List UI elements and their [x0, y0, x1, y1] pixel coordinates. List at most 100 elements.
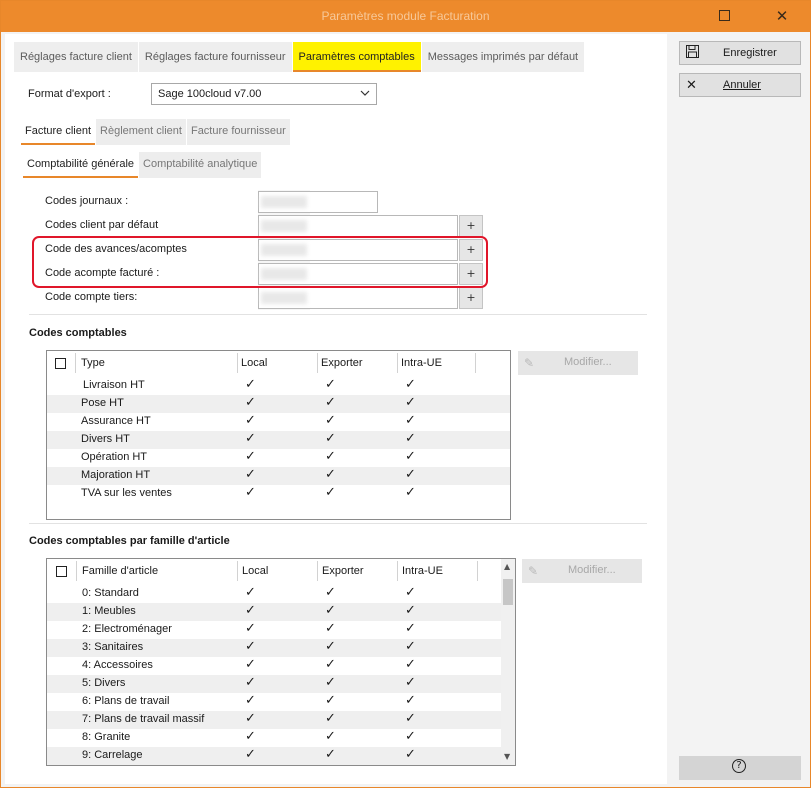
table-row[interactable]: Divers HT ✓ ✓ ✓	[47, 431, 510, 449]
table-row[interactable]: Livraison HT ✓ ✓ ✓	[47, 377, 510, 395]
pencil-icon: ✎	[524, 356, 535, 370]
table-row[interactable]: Majoration HT ✓ ✓ ✓	[47, 467, 510, 485]
tab-reglages-facture-fournisseur[interactable]: Réglages facture fournisseur	[138, 42, 292, 72]
local-check-icon: ✓	[245, 747, 256, 762]
close-icon: ✕	[686, 77, 697, 92]
maximize-button[interactable]	[713, 6, 735, 26]
famille-modify-button[interactable]: ✎ Modifier...	[522, 559, 642, 583]
table-row[interactable]: 1: Meubles ✓ ✓ ✓	[47, 603, 515, 621]
tab-facture-client[interactable]: Facture client	[21, 119, 96, 145]
exporter-check-icon: ✓	[325, 639, 336, 654]
scroll-thumb[interactable]	[503, 579, 513, 605]
help-button[interactable]: ?	[679, 756, 801, 780]
table-row[interactable]: 8: Granite ✓ ✓ ✓	[47, 729, 515, 747]
exporter-check-icon: ✓	[325, 729, 336, 744]
action-panel: Enregistrer ✕ Annuler ?	[671, 34, 810, 784]
annotation-highlight	[32, 236, 488, 288]
table-row[interactable]: TVA sur les ventes ✓ ✓ ✓	[47, 485, 510, 503]
exporter-check-icon: ✓	[325, 675, 336, 690]
intra-ue-check-icon: ✓	[405, 431, 416, 446]
header-exporter[interactable]: Exporter	[321, 351, 363, 375]
code-tiers-input[interactable]	[258, 287, 458, 309]
table-row[interactable]: 9: Carrelage ✓ ✓ ✓	[47, 747, 515, 765]
exporter-check-icon: ✓	[325, 747, 336, 762]
export-format-label: Format d'export :	[28, 88, 111, 100]
exporter-check-icon: ✓	[325, 621, 336, 636]
save-button[interactable]: Enregistrer	[679, 41, 801, 65]
tab-comptabilite-analytique[interactable]: Comptabilité analytique	[139, 152, 262, 178]
header-type[interactable]: Type	[81, 351, 105, 375]
tab-reglement-client[interactable]: Règlement client	[96, 119, 186, 145]
exporter-check-icon: ✓	[325, 377, 336, 392]
table-row[interactable]: Opération HT ✓ ✓ ✓	[47, 449, 510, 467]
tab-facture-fournisseur[interactable]: Facture fournisseur	[186, 119, 290, 145]
codes-client-label: Codes client par défaut	[45, 219, 159, 231]
table-row[interactable]: 2: Electroménager ✓ ✓ ✓	[47, 621, 515, 639]
exporter-check-icon: ✓	[325, 711, 336, 726]
scroll-down-icon[interactable]: ▼	[504, 753, 512, 761]
intra-ue-check-icon: ✓	[405, 711, 416, 726]
code-tiers-add-button[interactable]: +	[459, 287, 483, 309]
row-type: Livraison HT	[83, 379, 145, 391]
row-type: Pose HT	[81, 397, 124, 409]
row-famille: 7: Plans de travail massif	[82, 713, 205, 725]
exporter-check-icon: ✓	[325, 657, 336, 672]
table-row[interactable]: Pose HT ✓ ✓ ✓	[47, 395, 510, 413]
export-format-select[interactable]: Sage 100cloud v7.00	[151, 83, 377, 105]
row-famille: 4: Accessoires	[82, 659, 153, 671]
intra-ue-check-icon: ✓	[405, 621, 416, 636]
row-type: Opération HT	[81, 451, 148, 463]
table-row[interactable]: 6: Plans de travail ✓ ✓ ✓	[47, 693, 515, 711]
header-exporter[interactable]: Exporter	[322, 559, 364, 583]
close-button[interactable]: ✕	[771, 6, 793, 26]
chevron-down-icon	[360, 90, 370, 96]
codes-comptables-title: Codes comptables	[29, 327, 127, 339]
codes-modify-button[interactable]: ✎ Modifier...	[518, 351, 638, 375]
select-all-checkbox[interactable]	[56, 566, 67, 577]
export-format-value: Sage 100cloud v7.00	[158, 88, 262, 100]
accounting-tabs: Comptabilité générale Comptabilité analy…	[23, 152, 262, 178]
vertical-scrollbar[interactable]: ▲ ▼	[501, 559, 515, 765]
header-local[interactable]: Local	[242, 559, 268, 583]
intra-ue-check-icon: ✓	[405, 395, 416, 410]
local-check-icon: ✓	[245, 675, 256, 690]
header-local[interactable]: Local	[241, 351, 267, 375]
header-intra-ue[interactable]: Intra-UE	[401, 351, 442, 375]
table-row[interactable]: 7: Plans de travail massif ✓ ✓ ✓	[47, 711, 515, 729]
table-row[interactable]: 3: Sanitaires ✓ ✓ ✓	[47, 639, 515, 657]
codes-famille-table: Famille d'article Local Exporter Intra-U…	[46, 558, 516, 766]
settings-window: Paramètres module Facturation ✕ Réglages…	[0, 0, 811, 788]
intra-ue-check-icon: ✓	[405, 377, 416, 392]
modify-label: Modifier...	[568, 564, 616, 576]
intra-ue-check-icon: ✓	[405, 585, 416, 600]
codes-journaux-input[interactable]	[258, 191, 378, 213]
help-icon: ?	[732, 759, 746, 773]
scroll-up-icon[interactable]: ▲	[504, 563, 512, 571]
close-icon: ✕	[775, 7, 789, 25]
column-divider	[397, 353, 398, 373]
row-famille: 6: Plans de travail	[82, 695, 170, 707]
header-famille[interactable]: Famille d'article	[82, 559, 158, 583]
codes-client-input[interactable]	[258, 215, 458, 237]
tab-parametres-comptables[interactable]: Paramètres comptables	[292, 42, 421, 72]
codes-client-add-button[interactable]: +	[459, 215, 483, 237]
table-row[interactable]: 5: Divers ✓ ✓ ✓	[47, 675, 515, 693]
cancel-button[interactable]: ✕ Annuler	[679, 73, 801, 97]
column-divider	[237, 561, 238, 581]
local-check-icon: ✓	[245, 603, 256, 618]
table-row[interactable]: 4: Accessoires ✓ ✓ ✓	[47, 657, 515, 675]
divider	[29, 314, 647, 315]
tab-comptabilite-generale[interactable]: Comptabilité générale	[23, 152, 139, 178]
table-row[interactable]: Assurance HT ✓ ✓ ✓	[47, 413, 510, 431]
exporter-check-icon: ✓	[325, 467, 336, 482]
table-row[interactable]: 0: Standard ✓ ✓ ✓	[47, 585, 515, 603]
codes-journaux-label: Codes journaux :	[45, 195, 129, 207]
tab-messages-imprimes[interactable]: Messages imprimés par défaut	[421, 42, 585, 72]
local-check-icon: ✓	[245, 693, 256, 708]
cancel-label: Annuler	[723, 79, 761, 91]
maximize-icon	[718, 10, 730, 21]
tab-reglages-facture-client[interactable]: Réglages facture client	[14, 42, 138, 72]
header-intra-ue[interactable]: Intra-UE	[402, 559, 443, 583]
select-all-checkbox[interactable]	[55, 358, 66, 369]
column-divider	[76, 561, 77, 581]
